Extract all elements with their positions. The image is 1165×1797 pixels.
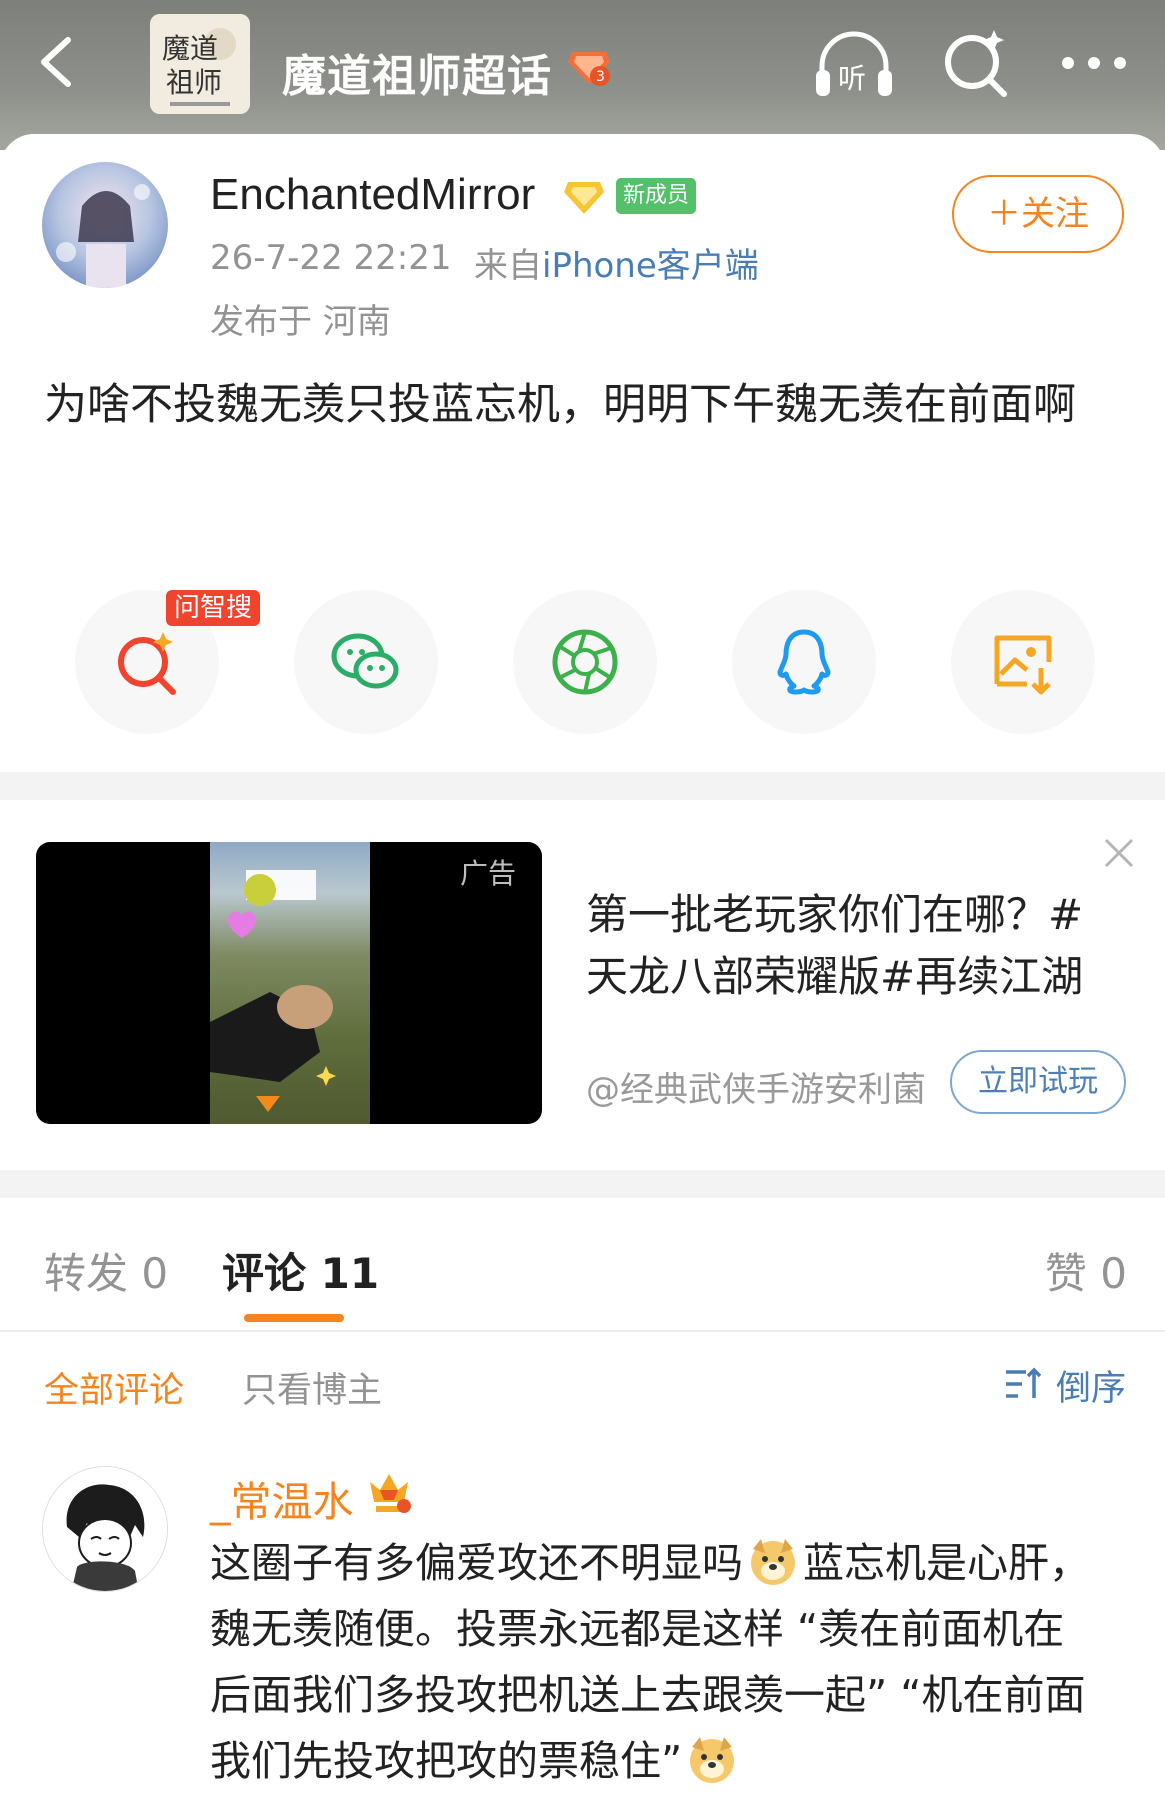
moments-icon [552, 629, 618, 695]
back-icon[interactable] [28, 30, 92, 94]
qq-icon [777, 629, 831, 695]
tab-like[interactable]: 赞 0 [1045, 1240, 1127, 1301]
share-save-image-button[interactable] [951, 590, 1095, 734]
share-qq-button[interactable] [732, 590, 876, 734]
ad-try-now-button[interactable]: 立即试玩 [950, 1050, 1126, 1114]
close-icon[interactable] [1102, 836, 1136, 870]
share-wechat-button[interactable] [294, 590, 438, 734]
save-image-icon [994, 635, 1052, 695]
post-source: 来自iPhone客户端 [474, 238, 759, 287]
ad-account[interactable]: @经典武侠手游安利菌 [586, 1062, 926, 1111]
user-avatar[interactable] [42, 162, 168, 288]
comment-text: 这圈子有多偏爱攻还不明显吗 蓝忘机是心肝，魏无羡随便。投票永远都是这样 “羡在前… [210, 1530, 1100, 1794]
sort-icon [1006, 1367, 1042, 1398]
filter-op-only[interactable]: 只看博主 [242, 1362, 382, 1413]
svg-text:3: 3 [596, 69, 605, 85]
commenter-username[interactable]: _常温水 [210, 1468, 354, 1528]
wechat-icon [331, 633, 399, 689]
active-tab-indicator [244, 1314, 344, 1322]
ad-title[interactable]: 第一批老玩家你们在哪？#天龙八部荣耀版#再续江湖 [586, 884, 1106, 1008]
topic-title: 魔道祖师超话 [282, 51, 552, 102]
source-device-link[interactable]: iPhone客户端 [542, 246, 759, 286]
post-time: 26-7-22 22:21 [210, 238, 452, 278]
section-divider [0, 1170, 1165, 1198]
tab-divider [0, 1330, 1165, 1332]
svg-text:魔道: 魔道 [162, 32, 218, 65]
source-prefix: 来自 [474, 246, 542, 286]
tab-repost[interactable]: 转发 0 [44, 1240, 168, 1301]
new-member-badge: 新成员 [616, 178, 697, 214]
ai-search-tag: 问智搜 [166, 590, 261, 626]
share-moments-button[interactable] [513, 590, 657, 734]
tab-comment[interactable]: 评论 11 [222, 1240, 379, 1301]
svg-text:听: 听 [838, 62, 866, 95]
vip-diamond-icon [564, 182, 604, 214]
comment-text-part1: 这圈子有多偏爱攻还不明显吗 [210, 1539, 743, 1587]
filter-all-comments[interactable]: 全部评论 [44, 1362, 184, 1413]
ad-label: 广告 [460, 857, 517, 890]
fan-level-crown-icon [370, 1474, 411, 1513]
topic-cover-image[interactable]: 魔道 祖师 [150, 14, 250, 114]
ad-video-frame [210, 842, 370, 1124]
doge-emoji-icon [690, 1737, 735, 1783]
post-text: 为啥不投魏无羡只投蓝忘机，明明下午魏无羡在前面啊 [44, 380, 1076, 430]
sort-label: 倒序 [1056, 1369, 1127, 1409]
doge-emoji-icon [751, 1539, 795, 1585]
search-icon[interactable] [940, 26, 1010, 100]
commenter-avatar[interactable] [42, 1466, 168, 1592]
top-bar: 魔道 祖师 魔道祖师超话 3 听 [0, 0, 1165, 150]
listen-icon[interactable]: 听 [812, 30, 896, 100]
super-topic-level-icon: 3 [568, 52, 610, 86]
ai-search-icon [118, 632, 176, 695]
section-divider [0, 772, 1165, 800]
more-icon[interactable] [1058, 40, 1130, 86]
svg-text:祖师: 祖师 [166, 66, 222, 99]
follow-button[interactable]: ＋关注 [952, 175, 1124, 253]
post-location: 发布于 河南 [210, 302, 391, 342]
username[interactable]: EnchantedMirror [210, 170, 535, 220]
